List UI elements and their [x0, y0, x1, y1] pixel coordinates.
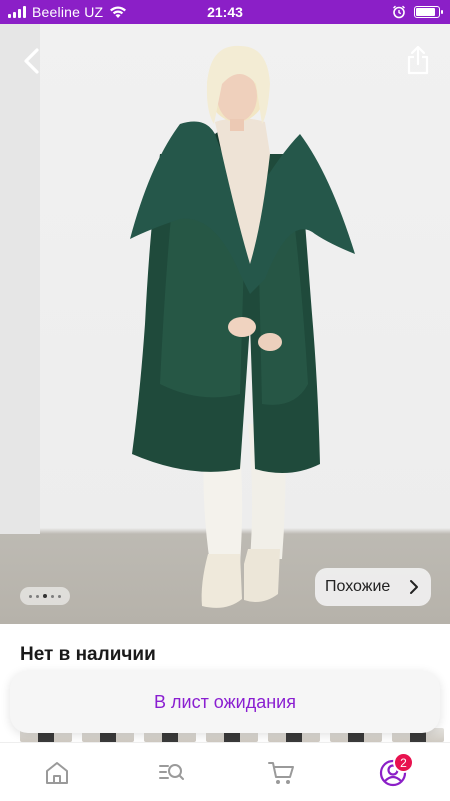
pager-dot — [36, 594, 39, 598]
bottom-nav: 2 — [0, 742, 450, 801]
nav-catalog[interactable] — [155, 757, 187, 789]
waitlist-button-label: В лист ожидания — [154, 691, 296, 712]
back-button[interactable] — [14, 44, 48, 78]
pager-dot — [29, 594, 32, 598]
share-icon — [407, 45, 429, 75]
chevron-left-icon — [24, 48, 39, 74]
status-time: 21:43 — [207, 4, 243, 20]
pager-dot-active — [43, 594, 47, 598]
home-icon — [46, 762, 68, 784]
status-right — [392, 0, 443, 24]
waitlist-button[interactable]: В лист ожидания — [10, 671, 440, 733]
similar-button-label: Похожие — [325, 578, 391, 595]
gallery-pager[interactable] — [20, 587, 70, 605]
share-button[interactable] — [400, 42, 436, 78]
nav-home[interactable] — [41, 757, 73, 789]
nav-cart[interactable] — [265, 757, 297, 789]
status-bar: Beeline UZ 21:43 — [0, 0, 450, 24]
alarm-icon — [393, 5, 405, 19]
catalog-search-icon — [159, 764, 184, 780]
battery-fill — [416, 8, 435, 16]
pager-dot — [51, 594, 54, 598]
product-gallery[interactable]: Похожие — [0, 24, 450, 624]
product-photo — [0, 24, 355, 608]
chevron-right-icon — [410, 580, 418, 594]
battery-icon — [414, 6, 443, 18]
similar-button[interactable]: Похожие — [315, 568, 431, 606]
cart-icon — [268, 762, 294, 784]
stock-status: Нет в наличии — [20, 644, 156, 665]
profile-badge: 2 — [393, 752, 414, 773]
pager-dot — [58, 594, 61, 598]
